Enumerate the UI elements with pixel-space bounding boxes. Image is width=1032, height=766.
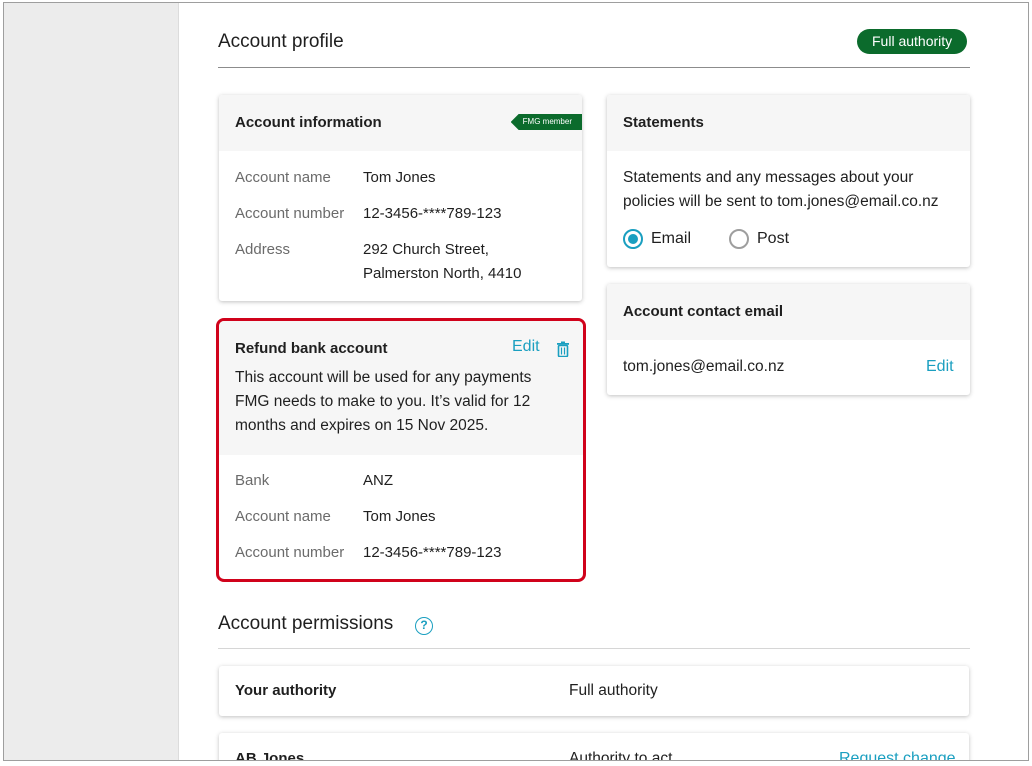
- email-option[interactable]: Email: [623, 229, 691, 249]
- fmg-member-badge: FMG member: [510, 114, 582, 130]
- refund-account-number-value: 12-3456-****789-123: [363, 544, 502, 561]
- statements-title: Statements: [623, 114, 704, 131]
- sidebar: [4, 3, 179, 760]
- refund-title: Refund bank account: [235, 340, 388, 357]
- page-title: Account profile: [218, 31, 344, 52]
- refund-header: Refund bank account Edit This account wi…: [219, 321, 583, 455]
- refund-account-name-label: Account name: [235, 508, 331, 525]
- permission-row-you: Your authority Full authority: [219, 666, 969, 716]
- statements-text: Statements and any messages about your p…: [623, 169, 939, 210]
- post-radio[interactable]: [729, 229, 749, 249]
- app-frame: Account profile Full authority Account i…: [3, 2, 1029, 761]
- address-label: Address: [235, 241, 291, 258]
- account-name-value: Tom Jones: [363, 169, 436, 186]
- account-number-label: Account number: [235, 205, 345, 222]
- statements-card: Statements Statements and any messages a…: [607, 95, 970, 267]
- permission-name: Your authority: [235, 682, 337, 699]
- title-divider: [218, 67, 970, 68]
- account-info-card: Account information FMG member Account n…: [219, 95, 582, 301]
- permissions-title: Account permissions: [218, 613, 394, 634]
- statements-header: Statements: [607, 95, 970, 151]
- address-line-2: Palmerston North, 4410: [363, 265, 522, 282]
- bank-value: ANZ: [363, 472, 393, 489]
- account-number-value: 12-3456-****789-123: [363, 205, 502, 222]
- permission-authority: Full authority: [569, 682, 658, 699]
- contact-edit-button[interactable]: Edit: [926, 355, 954, 379]
- request-change-link[interactable]: Request change: [839, 747, 956, 760]
- account-info-title: Account information: [235, 114, 382, 131]
- bank-label: Bank: [235, 472, 270, 489]
- post-option-label: Post: [757, 230, 790, 247]
- email-radio[interactable]: [623, 229, 643, 249]
- contact-email-header: Account contact email: [607, 284, 970, 340]
- refund-description: This account will be used for any paymen…: [235, 369, 532, 434]
- permission-authority: Authority to act: [569, 750, 673, 761]
- email-option-label: Email: [651, 230, 692, 247]
- account-info-header: Account information FMG member: [219, 95, 582, 151]
- contact-email-card: Account contact email tom.jones@email.co…: [607, 284, 970, 395]
- refund-account-name-value: Tom Jones: [363, 508, 436, 525]
- trash-icon[interactable]: [556, 341, 570, 357]
- refund-bank-account-card: Refund bank account Edit This account wi…: [216, 318, 586, 582]
- permission-name: AB Jones: [235, 750, 305, 761]
- refund-edit-button[interactable]: Edit: [512, 338, 540, 356]
- authority-badge: Full authority: [857, 29, 968, 54]
- address-line-1: 292 Church Street,: [363, 241, 489, 258]
- account-name-label: Account name: [235, 169, 331, 186]
- permission-row-ab-jones: AB Jones Authority to act Request change: [219, 733, 969, 761]
- contact-email-value: tom.jones@email.co.nz: [623, 358, 785, 375]
- help-icon[interactable]: ?: [415, 617, 433, 635]
- refund-account-number-label: Account number: [235, 544, 345, 561]
- permissions-divider: [218, 648, 970, 649]
- post-option[interactable]: Post: [729, 229, 789, 249]
- contact-email-title: Account contact email: [623, 303, 784, 320]
